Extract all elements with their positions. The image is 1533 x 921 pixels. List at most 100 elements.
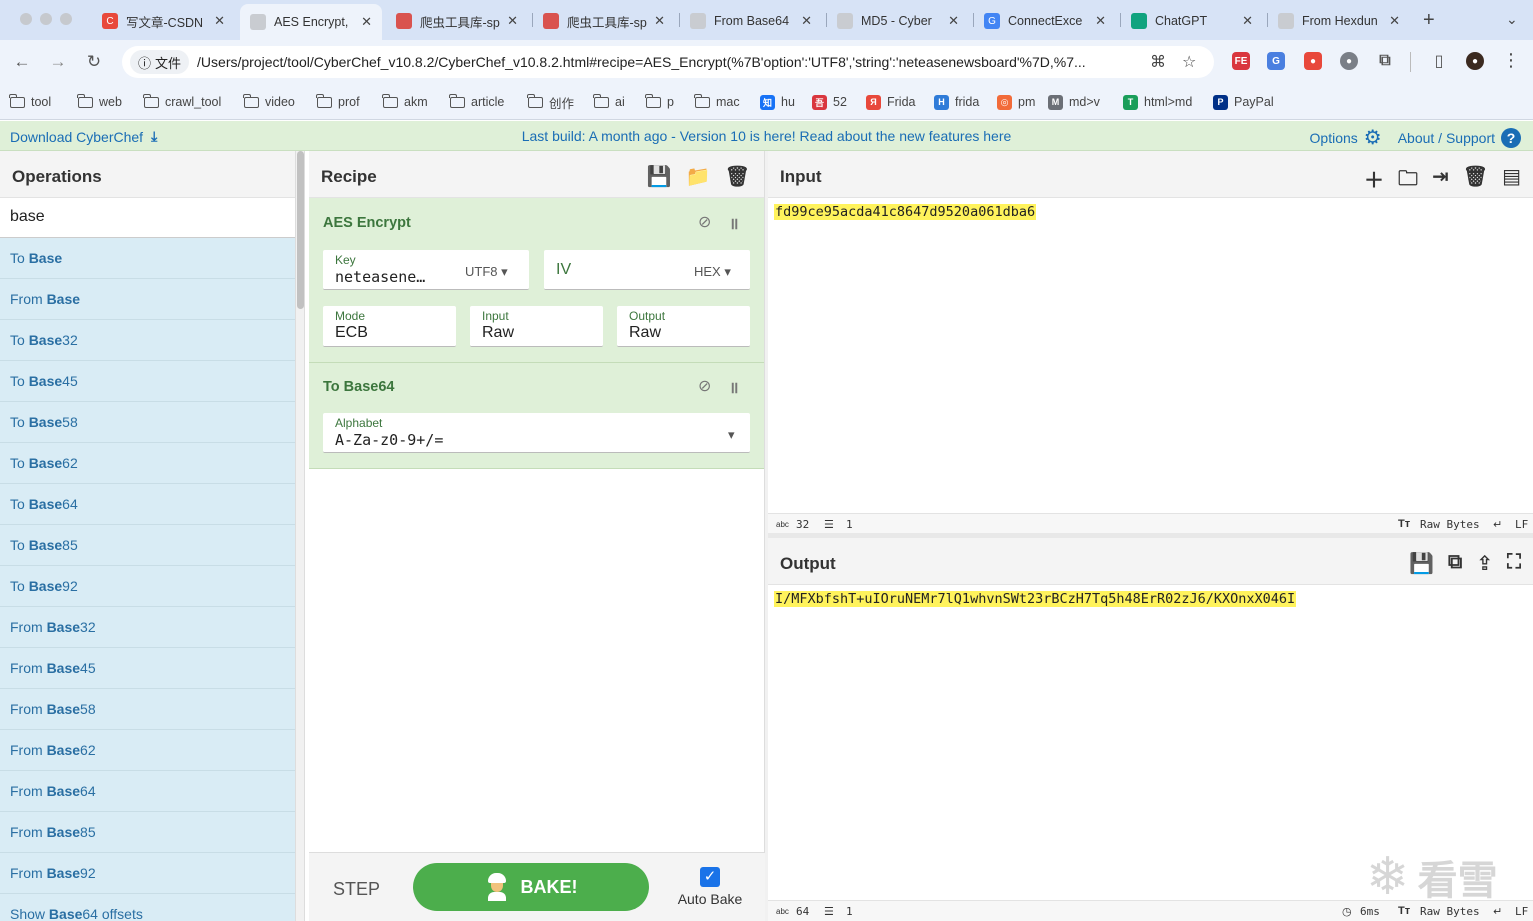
input-format-field[interactable]: Input Raw <box>470 306 603 347</box>
close-tab-icon[interactable]: ✕ <box>361 14 372 30</box>
close-tab-icon[interactable]: ✕ <box>801 13 812 29</box>
save-output-icon[interactable]: 💾 <box>1409 551 1434 576</box>
bookmark-folder[interactable]: tool <box>9 92 51 112</box>
disable-operation-icon[interactable]: ⊘ <box>698 212 711 232</box>
bookmark-folder[interactable]: crawl_tool <box>143 92 221 112</box>
operation-list-item[interactable]: To Base <box>0 238 295 279</box>
save-recipe-icon[interactable]: 💾 <box>647 164 672 189</box>
operation-list-item[interactable]: From Base58 <box>0 689 295 730</box>
bookmark-link[interactable]: Я Frida <box>866 92 915 112</box>
pause-breakpoint-icon[interactable]: ॥ <box>729 212 739 234</box>
operations-scroll-thumb[interactable] <box>297 151 304 309</box>
layout-icon[interactable]: ▤ <box>1502 164 1521 198</box>
operation-list-item[interactable]: From Base45 <box>0 648 295 689</box>
input-textarea[interactable]: fd99ce95acda41c8647d9520a061dba6 <box>774 204 1037 220</box>
operation-list-item[interactable]: To Base92 <box>0 566 295 607</box>
pause-breakpoint-icon[interactable]: ॥ <box>729 376 739 398</box>
url-text[interactable]: /Users/project/tool/CyberChef_v10.8.2/Cy… <box>197 54 1147 70</box>
operation-list-item[interactable]: To Base32 <box>0 320 295 361</box>
back-icon[interactable]: ← <box>12 52 32 72</box>
close-tab-icon[interactable]: ✕ <box>1389 13 1400 29</box>
operation-list-item[interactable]: From Base64 <box>0 771 295 812</box>
bookmark-link[interactable]: Mmd>v <box>1048 92 1100 112</box>
browser-tab[interactable]: From Base64 ✕ <box>680 6 822 36</box>
browser-tab[interactable]: MD5 - Cyber ✕ <box>827 6 969 36</box>
open-input-arrow-icon[interactable]: ⇥ <box>1432 164 1449 198</box>
output-format-field[interactable]: Output Raw <box>617 306 750 347</box>
address-bar[interactable]: ⓘ 文件 /Users/project/tool/CyberChef_v10.8… <box>122 46 1214 78</box>
translate-icon[interactable]: ⌘ <box>1150 52 1166 72</box>
clear-recipe-trash-icon[interactable]: 🗑 <box>725 164 750 189</box>
operations-search-input[interactable]: base <box>0 198 295 238</box>
operation-list-item[interactable]: From Base <box>0 279 295 320</box>
close-tab-icon[interactable]: ✕ <box>948 13 959 29</box>
browser-menu-icon[interactable]: ⋮ <box>1502 50 1520 71</box>
browser-tab[interactable]: 爬虫工具库-sp ✕ <box>386 6 528 36</box>
iv-field[interactable]: IV HEX ▾ <box>544 250 750 290</box>
build-notice-link[interactable]: Last build: A month ago - Version 10 is … <box>522 128 1012 144</box>
bookmark-folder[interactable]: prof <box>316 92 360 112</box>
maximise-output-icon[interactable]: ⛶ <box>1507 551 1521 576</box>
extensions-puzzle-icon[interactable]: ⧉ <box>1376 52 1394 70</box>
key-value[interactable]: neteasene… <box>335 268 439 286</box>
browser-tab[interactable]: From Hexdun ✕ <box>1268 6 1410 36</box>
clear-input-trash-icon[interactable]: 🗑 <box>1463 164 1488 198</box>
operation-list-item[interactable]: To Base45 <box>0 361 295 402</box>
bookmark-link[interactable]: Thtml>md <box>1123 92 1192 112</box>
bookmark-link[interactable]: 知 hu <box>760 92 795 112</box>
tab-search-icon[interactable]: ⌄ <box>1506 11 1518 28</box>
new-tab-button[interactable]: + <box>1423 9 1435 32</box>
bookmark-link[interactable]: P PayPal <box>1213 92 1274 112</box>
download-link[interactable]: Download CyberChef ⤓ <box>10 128 157 145</box>
disable-operation-icon[interactable]: ⊘ <box>698 376 711 396</box>
bookmark-star-icon[interactable]: ☆ <box>1182 52 1196 72</box>
auto-bake-checkbox[interactable]: ✓ Auto Bake <box>677 867 743 907</box>
operation-list-item[interactable]: To Base85 <box>0 525 295 566</box>
operation-list-item[interactable]: From Base85 <box>0 812 295 853</box>
window-close-button[interactable] <box>20 13 32 25</box>
bookmark-link[interactable]: Hfrida <box>934 92 979 112</box>
operations-scrollbar[interactable] <box>296 151 305 921</box>
operation-list-item[interactable]: To Base62 <box>0 443 295 484</box>
help-icon[interactable]: ? <box>1501 127 1521 148</box>
bake-button[interactable]: BAKE! <box>413 863 649 911</box>
side-panel-icon[interactable]: ▯ <box>1430 52 1448 70</box>
bookmark-folder[interactable]: ai <box>593 92 625 112</box>
operation-list-item[interactable]: From Base92 <box>0 853 295 894</box>
operation-list-item[interactable]: From Base32 <box>0 607 295 648</box>
window-minimize-button[interactable] <box>40 13 52 25</box>
fe-extension-icon[interactable]: FE <box>1232 52 1250 70</box>
close-tab-icon[interactable]: ✕ <box>507 13 518 29</box>
add-tab-plus-icon[interactable]: ＋ <box>1364 164 1384 198</box>
browser-tab[interactable]: C 写文章-CSDN ✕ <box>92 6 235 36</box>
mode-field[interactable]: Mode ECB <box>323 306 456 347</box>
reload-icon[interactable]: ↻ <box>84 52 104 72</box>
step-button[interactable]: STEP <box>333 879 380 900</box>
copy-output-icon[interactable]: ⧉ <box>1448 551 1462 576</box>
replace-input-icon[interactable]: ⇪ <box>1476 551 1493 576</box>
close-tab-icon[interactable]: ✕ <box>654 13 665 29</box>
close-tab-icon[interactable]: ✕ <box>1242 13 1253 29</box>
bookmark-link[interactable]: ◎ pm <box>997 92 1035 112</box>
browser-tab[interactable]: ChatGPT ✕ <box>1121 6 1263 36</box>
browser-tab[interactable]: AES Encrypt, ✕ <box>240 4 382 40</box>
load-recipe-folder-icon[interactable]: 📁 <box>686 164 711 189</box>
output-eol[interactable]: LF <box>1515 905 1528 918</box>
red-extension-icon[interactable]: ● <box>1304 52 1322 70</box>
gear-icon[interactable]: ⚙ <box>1364 125 1382 150</box>
aes-encrypt-operation[interactable]: AES Encrypt ⊘ ॥ Key neteasene… UTF8 ▾ IV… <box>309 198 764 363</box>
profile-avatar[interactable]: ● <box>1466 52 1484 70</box>
operation-list-item[interactable]: Show Base64 offsets <box>0 894 295 921</box>
options-link[interactable]: Options <box>1310 130 1358 146</box>
operation-list-item[interactable]: To Base64 <box>0 484 295 525</box>
iv-encoding-dropdown[interactable]: HEX ▾ <box>694 264 731 280</box>
alphabet-dropdown[interactable]: Alphabet A-Za-z0-9+/= ▾ <box>323 413 750 453</box>
bookmark-folder[interactable]: 创作 <box>527 92 574 112</box>
to-base64-operation[interactable]: To Base64 ⊘ ॥ Alphabet A-Za-z0-9+/= ▾ <box>309 363 764 469</box>
translate-extension-icon[interactable]: G <box>1267 52 1285 70</box>
bookmark-folder[interactable]: mac <box>694 92 740 112</box>
window-zoom-button[interactable] <box>60 13 72 25</box>
about-support-link[interactable]: About / Support <box>1398 130 1495 146</box>
key-encoding-dropdown[interactable]: UTF8 ▾ <box>465 264 508 280</box>
forward-icon[interactable]: → <box>48 52 68 72</box>
